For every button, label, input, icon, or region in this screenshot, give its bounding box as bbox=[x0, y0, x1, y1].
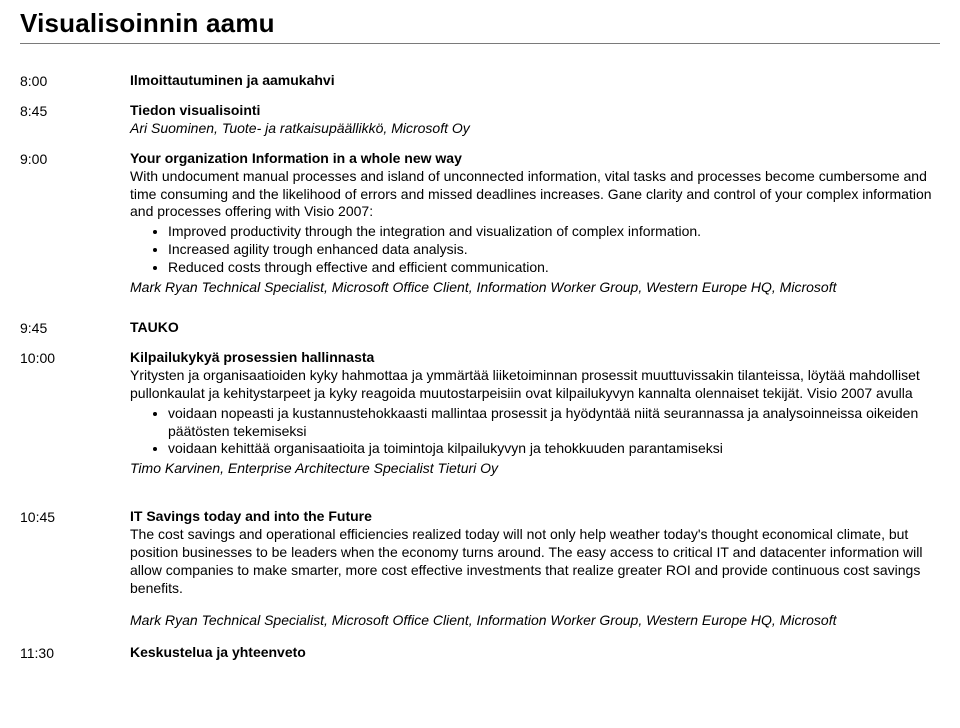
agenda-body: Kilpailukykyä prosessien hallinnasta Yri… bbox=[130, 349, 940, 478]
time-label: 10:45 bbox=[20, 508, 130, 525]
time-label: 8:45 bbox=[20, 102, 130, 119]
agenda-row: 8:45 Tiedon visualisointi Ari Suominen, … bbox=[20, 102, 940, 138]
agenda-bullets: voidaan nopeasti ja kustannustehokkaasti… bbox=[130, 405, 940, 459]
agenda-speaker: Mark Ryan Technical Specialist, Microsof… bbox=[130, 612, 940, 630]
agenda-row: 8:00 Ilmoittautuminen ja aamukahvi bbox=[20, 72, 940, 90]
agenda-bullets: Improved productivity through the integr… bbox=[130, 223, 940, 277]
agenda-bullet: Improved productivity through the integr… bbox=[168, 223, 940, 241]
agenda-heading: TAUKO bbox=[130, 319, 940, 337]
agenda-heading: Kilpailukykyä prosessien hallinnasta bbox=[130, 349, 940, 367]
agenda-row: 9:45 TAUKO bbox=[20, 319, 940, 337]
agenda-lead: The cost savings and operational efficie… bbox=[130, 526, 940, 598]
agenda-body: Keskustelua ja yhteenveto bbox=[130, 644, 940, 662]
agenda-body: IT Savings today and into the Future The… bbox=[130, 508, 940, 629]
time-label: 9:00 bbox=[20, 150, 130, 167]
agenda-speaker: Timo Karvinen, Enterprise Architecture S… bbox=[130, 460, 940, 478]
schedule: 8:00 Ilmoittautuminen ja aamukahvi 8:45 … bbox=[20, 72, 940, 662]
title-rule bbox=[20, 43, 940, 44]
agenda-speaker: Mark Ryan Technical Specialist, Microsof… bbox=[130, 279, 940, 297]
agenda-speaker: Ari Suominen, Tuote- ja ratkaisupäällikk… bbox=[130, 120, 940, 138]
agenda-heading: Keskustelua ja yhteenveto bbox=[130, 644, 940, 662]
agenda-heading: IT Savings today and into the Future bbox=[130, 508, 940, 526]
page-title: Visualisoinnin aamu bbox=[20, 8, 940, 39]
agenda-heading: Ilmoittautuminen ja aamukahvi bbox=[130, 72, 940, 90]
agenda-row: 10:45 IT Savings today and into the Futu… bbox=[20, 508, 940, 629]
time-label: 9:45 bbox=[20, 319, 130, 336]
agenda-bullet: Reduced costs through effective and effi… bbox=[168, 259, 940, 277]
agenda-row: 10:00 Kilpailukykyä prosessien hallinnas… bbox=[20, 349, 940, 478]
agenda-bullet: voidaan nopeasti ja kustannustehokkaasti… bbox=[168, 405, 940, 441]
agenda-row: 9:00 Your organization Information in a … bbox=[20, 150, 940, 297]
agenda-body: TAUKO bbox=[130, 319, 940, 337]
agenda-body: Ilmoittautuminen ja aamukahvi bbox=[130, 72, 940, 90]
agenda-body: Your organization Information in a whole… bbox=[130, 150, 940, 297]
agenda-lead: Yritysten ja organisaatioiden kyky hahmo… bbox=[130, 367, 940, 403]
agenda-lead: With undocument manual processes and isl… bbox=[130, 168, 940, 222]
time-label: 8:00 bbox=[20, 72, 130, 89]
agenda-heading: Your organization Information in a whole… bbox=[130, 150, 940, 168]
agenda-bullet: voidaan kehittää organisaatioita ja toim… bbox=[168, 440, 940, 458]
time-label: 11:30 bbox=[20, 644, 130, 661]
time-label: 10:00 bbox=[20, 349, 130, 366]
agenda-row: 11:30 Keskustelua ja yhteenveto bbox=[20, 644, 940, 662]
agenda-body: Tiedon visualisointi Ari Suominen, Tuote… bbox=[130, 102, 940, 138]
page: Visualisoinnin aamu 8:00 Ilmoittautumine… bbox=[0, 0, 960, 698]
agenda-bullet: Increased agility trough enhanced data a… bbox=[168, 241, 940, 259]
agenda-heading: Tiedon visualisointi bbox=[130, 102, 940, 120]
